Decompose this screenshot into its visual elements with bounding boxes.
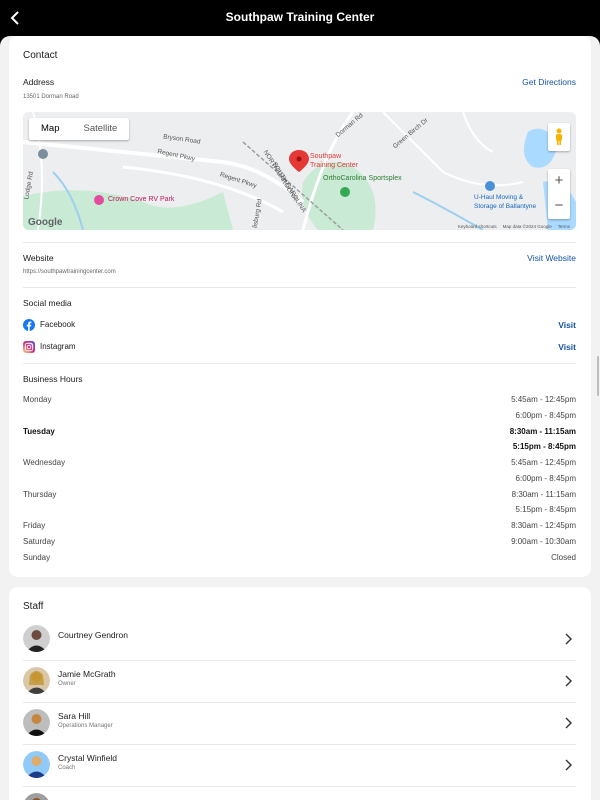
- staff-row-courtney[interactable]: Courtney Gendron: [23, 619, 576, 661]
- hours-day-saturday: Saturday: [23, 537, 56, 546]
- scrollbar[interactable]: [597, 356, 599, 396]
- content-area[interactable]: Contact Address 13501 Dorman Road Get Di…: [0, 36, 600, 800]
- instagram-visit-link[interactable]: Visit: [558, 342, 576, 352]
- staff-row-jamie[interactable]: Jamie McGrath Owner: [23, 661, 576, 703]
- terms-link[interactable]: Terms: [558, 224, 570, 229]
- pegman-icon: [556, 128, 562, 145]
- map-label-training-center: Training Center: [310, 162, 358, 169]
- website-label: Website: [23, 253, 54, 263]
- hours-time: 8:30am - 12:45pm: [511, 521, 576, 530]
- map-tab-map[interactable]: Map: [29, 118, 71, 140]
- divider: [23, 287, 576, 288]
- zoom-in-button[interactable]: +: [548, 169, 570, 193]
- hours-time: 5:15pm - 8:45pm: [515, 505, 576, 514]
- map-label-uhaul-2: Storage of Ballantyne: [474, 203, 537, 210]
- staff-role: Operations Manager: [58, 723, 113, 729]
- staff-name: Jamie McGrath: [58, 669, 116, 679]
- hours-time: 9:00am - 10:30am: [511, 537, 576, 546]
- street-view-pegman[interactable]: [548, 123, 570, 151]
- staff-name: Sara Hill: [58, 711, 91, 721]
- avatar: [23, 751, 50, 778]
- visit-website-link[interactable]: Visit Website: [527, 253, 576, 263]
- staff-name: Crystal Winfield: [58, 753, 118, 763]
- facebook-label: Facebook: [40, 320, 76, 329]
- top-bar: Southpaw Training Center: [0, 0, 600, 36]
- hours-time: 5:15pm - 8:45pm: [512, 442, 576, 451]
- hours-day-wednesday: Wednesday: [23, 458, 66, 467]
- google-logo: Google: [28, 217, 63, 228]
- contact-card: Contact Address 13501 Dorman Road Get Di…: [9, 36, 591, 577]
- avatar: [24, 793, 49, 800]
- map-label-crown-cove: Crown Cove RV Park: [108, 196, 175, 203]
- social-media-label: Social media: [23, 298, 72, 308]
- map-label-southpaw: Southpaw: [310, 153, 342, 160]
- zoom-out-button[interactable]: −: [548, 194, 570, 218]
- staff-role: Coach: [58, 765, 76, 771]
- hours-day-tuesday: Tuesday: [23, 427, 55, 436]
- map-type-toggle[interactable]: Map Satellite: [29, 118, 130, 140]
- website-url: https://southpawtrainingcenter.com: [23, 269, 116, 275]
- facebook-icon: [23, 319, 35, 331]
- facebook-visit-link[interactable]: Visit: [558, 320, 576, 330]
- business-hours-label: Business Hours: [23, 374, 83, 384]
- zoom-controls: + −: [548, 169, 570, 219]
- avatar: [23, 709, 50, 736]
- map-label-sportsplex: OrthoCarolina Sportsplex: [323, 175, 402, 182]
- map-label-uhaul-1: U-Haul Moving &: [474, 194, 524, 201]
- address-label: Address: [23, 77, 55, 87]
- hours-time: 8:30am - 11:15am: [511, 490, 576, 499]
- hours-time: 6:00pm - 8:45pm: [515, 411, 576, 420]
- avatar: [23, 667, 50, 694]
- divider: [23, 242, 576, 243]
- page-title: Southpaw Training Center: [225, 10, 375, 24]
- hours-day-sunday: Sunday: [23, 553, 51, 562]
- hours-time: 5:45am - 12:45pm: [511, 458, 576, 467]
- chevron-right-icon: [565, 675, 572, 687]
- chevron-right-icon: [565, 759, 572, 771]
- contact-title: Contact: [23, 50, 58, 61]
- hours-time: Closed: [551, 553, 576, 562]
- staff-row-crystal[interactable]: Crystal Winfield Coach: [23, 745, 576, 787]
- social-row-instagram: Instagram Visit: [23, 339, 576, 357]
- instagram-label: Instagram: [40, 342, 76, 351]
- avatar: [23, 625, 50, 652]
- get-directions-link[interactable]: Get Directions: [522, 77, 576, 87]
- map-tab-satellite[interactable]: Satellite: [71, 118, 129, 140]
- staff-role: Owner: [58, 681, 76, 687]
- hours-day-thursday: Thursday: [23, 490, 57, 499]
- hours-day-friday: Friday: [23, 521, 46, 530]
- staff-name: Courtney Gendron: [58, 630, 128, 640]
- hours-day-monday: Monday: [23, 395, 52, 404]
- address-value: 13501 Dorman Road: [23, 94, 79, 100]
- hours-time: 5:45am - 12:45pm: [511, 395, 576, 404]
- map-footer: Keyboard shortcuts Map data ©2024 Google…: [458, 224, 570, 229]
- staff-title: Staff: [23, 601, 44, 612]
- map-view[interactable]: Map Satellite Southpaw Training Center O…: [23, 112, 576, 230]
- staff-row-sara[interactable]: Sara Hill Operations Manager: [23, 703, 576, 745]
- chevron-right-icon: [565, 633, 572, 645]
- instagram-icon: [23, 341, 35, 353]
- divider: [23, 363, 576, 364]
- chevron-right-icon: [565, 717, 572, 729]
- social-row-facebook: Facebook Visit: [23, 317, 576, 335]
- hours-time: 8:30am - 11:15am: [509, 427, 576, 436]
- map-data-text: Map data ©2024 Google: [502, 224, 552, 229]
- keyboard-shortcuts-link[interactable]: Keyboard shortcuts: [458, 224, 497, 229]
- hours-time: 6:00pm - 8:45pm: [515, 474, 576, 483]
- staff-row-partial[interactable]: [23, 787, 576, 800]
- staff-card: Staff Courtney Gendron Jamie McGrath Own…: [9, 587, 591, 800]
